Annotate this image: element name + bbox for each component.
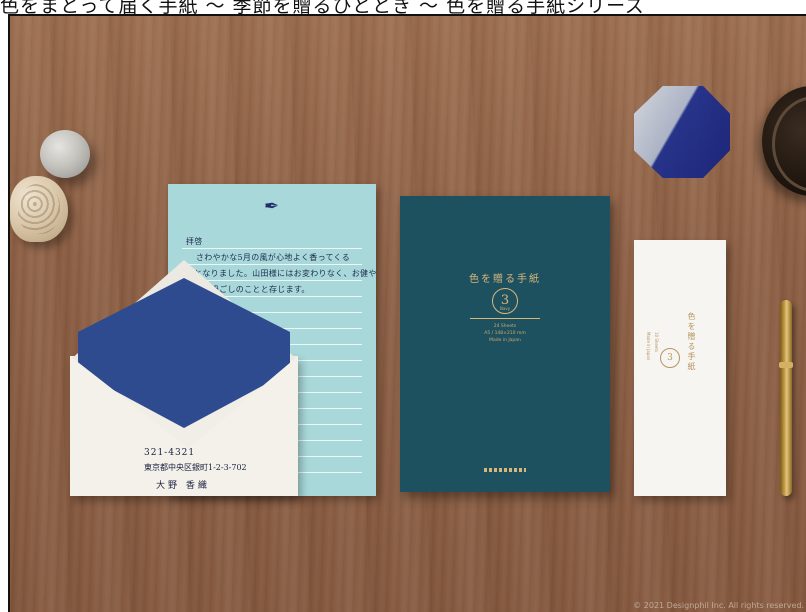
card-spec: 10 Sheets — [654, 332, 659, 353]
fountain-pen — [779, 300, 793, 496]
notebook-spec: Made in Japan — [489, 338, 521, 343]
ceramic-bowl — [762, 86, 806, 196]
glass-paperweight — [634, 86, 730, 178]
copyright-watermark: © 2021 Designphil Inc. All rights reserv… — [633, 601, 804, 610]
fountain-pen-icon: ✒ — [264, 196, 280, 217]
card-title: 色を贈る手紙 — [687, 312, 696, 372]
decorative-coral — [10, 176, 68, 242]
envelope: 321-4321 東京都中央区銀町1-2-3-702 大野 香織 — [70, 260, 298, 496]
letter-pad-cover: 色を贈る手紙 3 Navy 24 Sheets A5 / 148×210 mm … — [400, 196, 610, 492]
decorative-stone — [40, 130, 90, 178]
envelope-postal-code: 321-4321 — [144, 448, 196, 458]
notebook-title: 色を贈る手紙 — [469, 274, 541, 285]
card-spec: Made in Japan — [646, 332, 651, 361]
envelope-recipient: 大野 香織 — [156, 481, 210, 491]
notebook-spec: A5 / 148×210 mm — [484, 331, 526, 336]
letter-greeting: 拝啓 — [186, 237, 203, 246]
envelope-address: 東京都中央区銀町1-2-3-702 — [144, 463, 247, 472]
notebook-number-sub: Navy — [499, 306, 511, 311]
notebook-spec: 24 Sheets — [493, 324, 517, 329]
envelope-card: 色を贈る手紙 3 10 Sheets Made in Japan — [634, 240, 726, 496]
card-number: 3 — [660, 348, 680, 368]
brand-logo — [484, 468, 526, 472]
product-photo: ✒ 拝啓 さわやかな5月の風が心地よく香ってくる 頃となりました。山田様にはお変… — [8, 14, 806, 612]
